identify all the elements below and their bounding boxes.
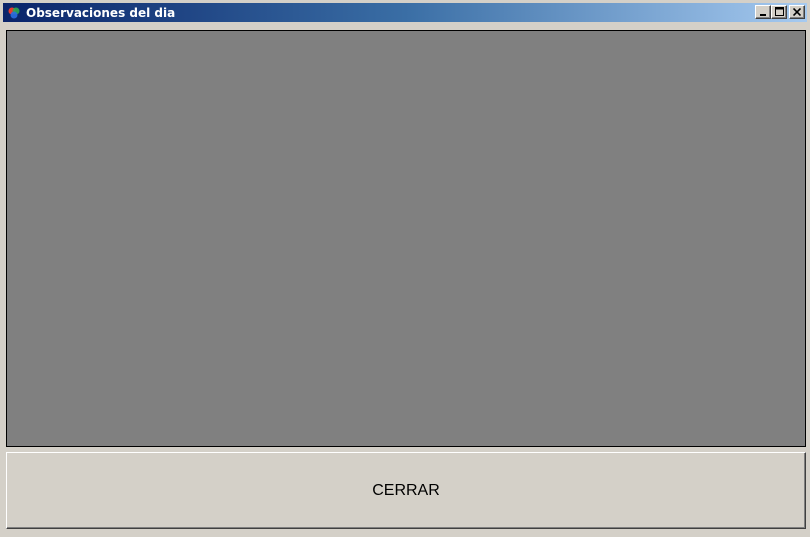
maximize-icon (774, 3, 784, 21)
close-icon (792, 3, 802, 21)
close-window-button[interactable] (789, 5, 805, 19)
title-bar[interactable]: Observaciones del dia (3, 3, 807, 22)
caption-buttons (755, 5, 805, 19)
window-title: Observaciones del dia (26, 5, 176, 20)
observations-panel[interactable] (6, 30, 806, 447)
maximize-button[interactable] (771, 5, 787, 19)
minimize-button[interactable] (755, 5, 771, 19)
cerrar-button[interactable]: CERRAR (6, 452, 806, 529)
minimize-icon (759, 3, 767, 21)
app-logo-icon (6, 5, 22, 21)
observaciones-window: Observaciones del dia CERRAR (0, 0, 810, 537)
